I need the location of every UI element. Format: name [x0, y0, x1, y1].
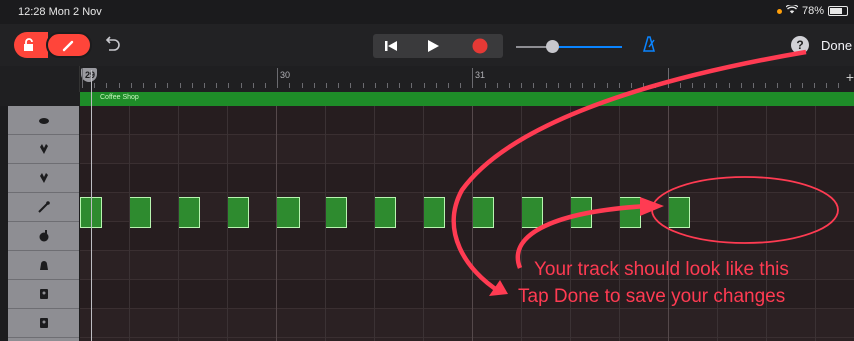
arrow-to-done [451, 49, 807, 294]
garageband-editor: 12:28 Mon 2 Nov 78% ? Done 29 30 31 + Co… [0, 0, 854, 341]
highlight-ellipse [651, 176, 839, 244]
annotation-line-1: Your track should look like this [534, 259, 789, 280]
annotation-line-2: Tap Done to save your changes [518, 286, 786, 307]
